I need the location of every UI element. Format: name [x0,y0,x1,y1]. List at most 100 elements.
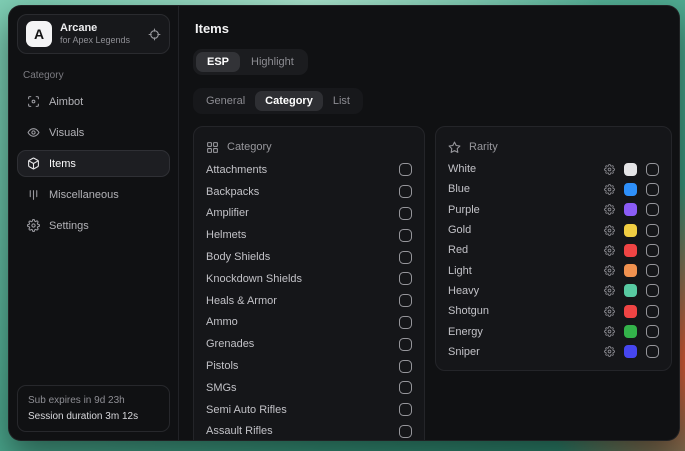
box-icon [27,157,40,170]
tab-list[interactable]: List [323,91,360,111]
category-row-label: Amplifier [206,207,399,219]
session-duration-text: Session duration 3m 12s [28,409,159,425]
category-row-pistols: Pistols [206,355,412,377]
sidebar-item-items[interactable]: Items [17,150,170,177]
crosshair-icon[interactable] [148,28,161,41]
app-name: Arcane [60,22,130,36]
checkbox[interactable] [646,163,659,176]
rarity-row-label: Shotgun [448,305,604,317]
sidebar-nav: Aimbot Visuals Items Miscellaneous Settings [17,88,170,243]
view-tabs: GeneralCategoryList [193,88,363,114]
checkbox[interactable] [646,203,659,216]
checkbox[interactable] [646,264,659,277]
category-row-smgs: SMGs [206,377,412,399]
color-swatch[interactable] [624,325,637,338]
checkbox[interactable] [399,251,412,264]
category-row-ammo: Ammo [206,312,412,334]
gear-icon[interactable] [604,265,615,276]
color-swatch[interactable] [624,284,637,297]
checkbox[interactable] [646,224,659,237]
checkbox[interactable] [399,381,412,394]
sidebar-item-visuals[interactable]: Visuals [17,119,170,146]
checkbox[interactable] [646,325,659,338]
checkbox[interactable] [646,244,659,257]
checkbox[interactable] [399,185,412,198]
checkbox[interactable] [399,316,412,329]
category-row-semi-auto-rifles: Semi Auto Rifles [206,399,412,421]
kanban-icon [27,188,40,201]
color-swatch[interactable] [624,183,637,196]
color-swatch[interactable] [624,203,637,216]
checkbox[interactable] [399,294,412,307]
rarity-panel-header: Rarity [448,135,659,159]
category-row-label: Pistols [206,360,399,372]
sidebar-item-label: Visuals [49,127,84,139]
eye-icon [27,126,40,139]
category-row-knockdown-shields: Knockdown Shields [206,268,412,290]
checkbox[interactable] [646,284,659,297]
gear-icon[interactable] [604,225,615,236]
checkbox[interactable] [399,272,412,285]
category-row-label: Knockdown Shields [206,273,399,285]
category-row-backpacks: Backpacks [206,181,412,203]
checkbox[interactable] [399,207,412,220]
gear-icon[interactable] [604,204,615,215]
category-row-body-shields: Body Shields [206,246,412,268]
mode-option-esp[interactable]: ESP [196,52,240,72]
checkbox[interactable] [399,338,412,351]
tab-category[interactable]: Category [255,91,323,111]
panels-row: Category Attachments Backpacks Amplifier He… [193,126,672,440]
color-swatch[interactable] [624,305,637,318]
sidebar-item-miscellaneous[interactable]: Miscellaneous [17,181,170,208]
gear-icon[interactable] [604,184,615,195]
sidebar-item-label: Miscellaneous [49,189,119,201]
checkbox[interactable] [399,425,412,438]
rarity-row-label: White [448,163,604,175]
checkbox[interactable] [399,163,412,176]
sidebar-item-aimbot[interactable]: Aimbot [17,88,170,115]
mode-option-highlight[interactable]: Highlight [240,52,305,72]
color-swatch[interactable] [624,345,637,358]
category-row-label: Heals & Armor [206,295,399,307]
color-swatch[interactable] [624,264,637,277]
checkbox[interactable] [399,360,412,373]
color-swatch[interactable] [624,224,637,237]
gear-icon[interactable] [604,346,615,357]
checkbox[interactable] [399,403,412,416]
checkbox[interactable] [646,183,659,196]
app-window: A Arcane for Apex Legends Category Aimbo… [8,5,680,441]
category-rows: AttachmentsBackpacksAmplifierHelmetsBody… [206,159,412,441]
category-row-assault-rifles: Assault Rifles [206,421,412,441]
rarity-row-label: Heavy [448,285,604,297]
color-swatch[interactable] [624,163,637,176]
rarity-row-gold: Gold [448,220,659,240]
rarity-row-shotgun: Shotgun [448,301,659,321]
rarity-row-label: Light [448,265,604,277]
app-subtitle: for Apex Legends [60,35,130,46]
category-panel-header: Category [206,135,412,159]
category-row-label: Attachments [206,164,399,176]
tab-general[interactable]: General [196,91,255,111]
scan-target-icon [27,95,40,108]
color-swatch[interactable] [624,244,637,257]
checkbox[interactable] [646,305,659,318]
gear-icon[interactable] [604,245,615,256]
brand-text: Arcane for Apex Legends [60,22,130,47]
gear-icon[interactable] [604,326,615,337]
gear-icon[interactable] [604,285,615,296]
checkbox[interactable] [646,345,659,358]
rarity-row-red: Red [448,240,659,260]
category-panel-title: Category [227,141,272,153]
page-title: Items [195,21,672,36]
category-row-attachments: Attachments [206,159,412,181]
rarity-row-white: White [448,159,659,179]
gear-icon[interactable] [604,306,615,317]
rarity-panel: Rarity WhiteBluePurpleGoldRedLightHeavyS… [435,126,672,371]
rarity-row-light: Light [448,260,659,280]
brand-card: A Arcane for Apex Legends [17,14,170,54]
checkbox[interactable] [399,229,412,242]
gear-icon[interactable] [604,164,615,175]
gear-icon [604,306,615,317]
sidebar-section-label: Category [23,70,164,81]
sidebar-item-settings[interactable]: Settings [17,212,170,239]
